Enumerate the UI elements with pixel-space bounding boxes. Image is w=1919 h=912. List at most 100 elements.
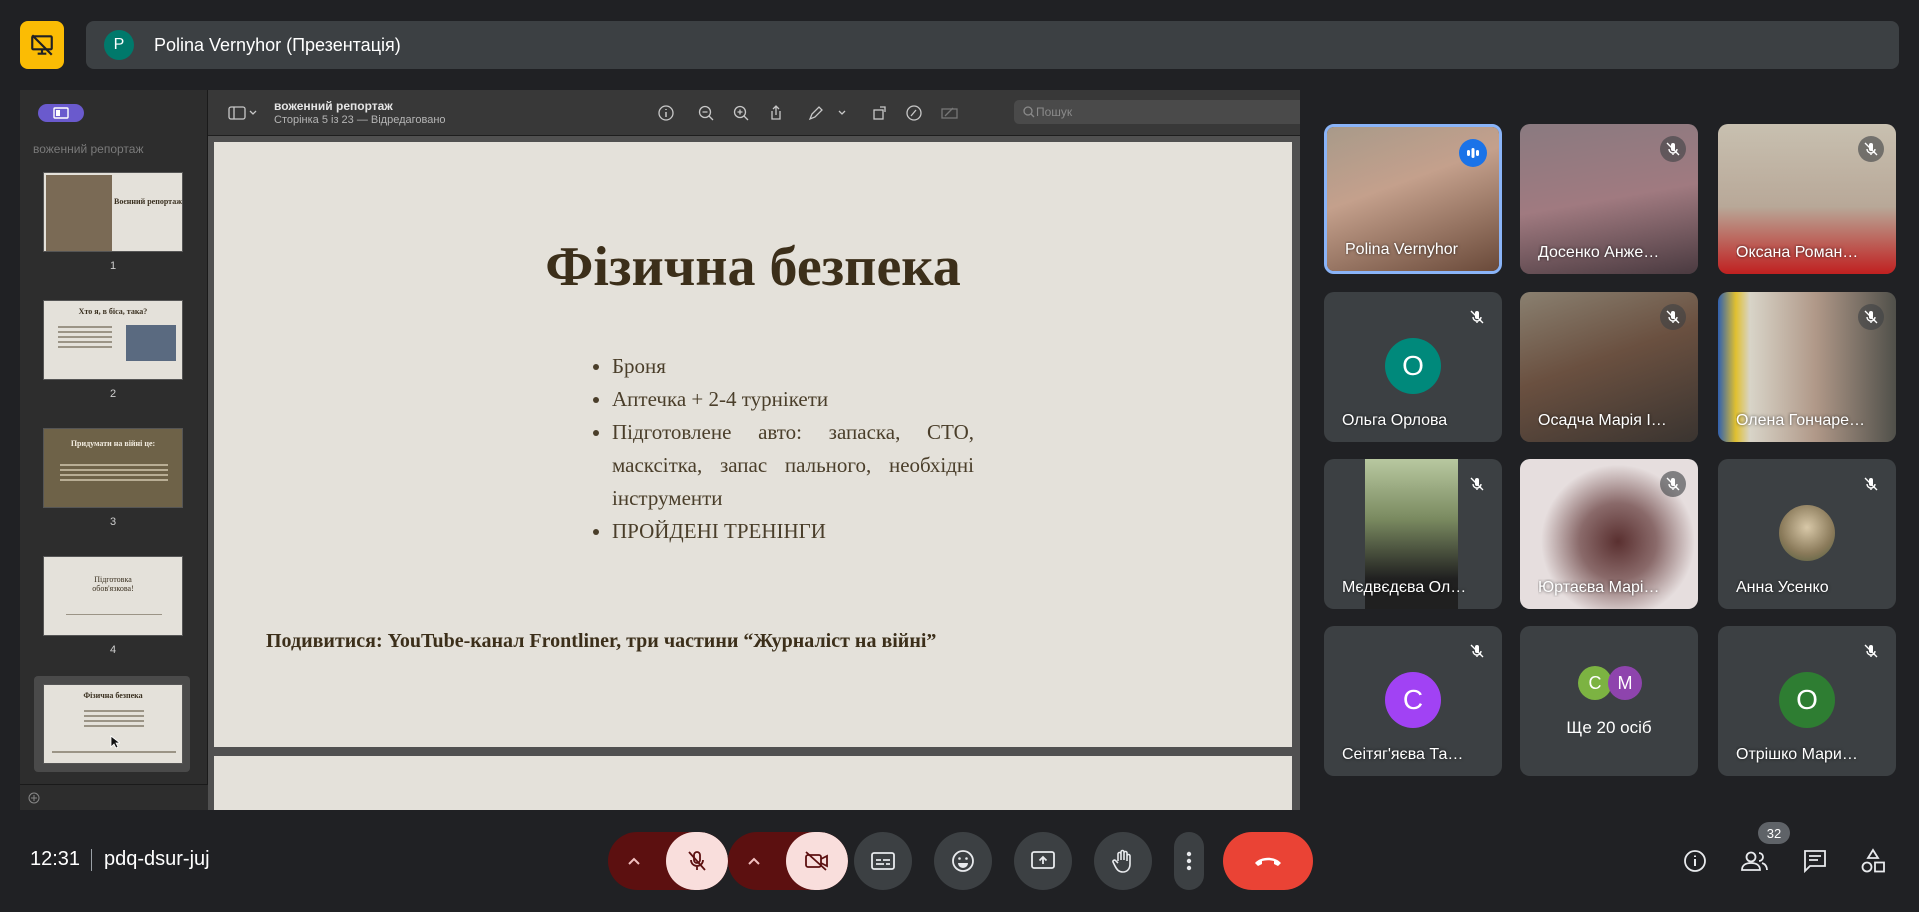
- sidebar-toggle-button[interactable]: [38, 104, 84, 122]
- shapes-icon: [1861, 848, 1885, 873]
- call-end-icon: [1255, 857, 1281, 866]
- participant-tile[interactable]: С Сеітяг'яєва Та…: [1324, 626, 1502, 776]
- camera-toggle-button[interactable]: [786, 832, 848, 890]
- meeting-clock: 12:31: [30, 848, 81, 870]
- thumbnail-number: 2: [109, 388, 117, 400]
- participant-tile[interactable]: О Отрішко Мари…: [1718, 626, 1896, 776]
- mic-toggle-button[interactable]: [666, 832, 728, 890]
- captions-button[interactable]: [854, 832, 912, 890]
- thumbnail-title: Фізична безпека: [83, 691, 143, 700]
- activities-button[interactable]: [1858, 846, 1888, 876]
- info-icon[interactable]: [656, 103, 676, 123]
- annotate-icon[interactable]: [904, 103, 924, 123]
- sidebar-view-icon[interactable]: [226, 103, 260, 123]
- thumbnail-number: 4: [109, 644, 117, 656]
- slide-bullets: Броня Аптечка + 2-4 турнікети Підготовле…: [594, 350, 974, 548]
- mic-off-icon: [1464, 471, 1490, 497]
- mic-off-icon: [1660, 136, 1686, 162]
- presentation-window: воженний репортаж Воєнний репортаж 1 Хто…: [20, 90, 1300, 810]
- more-vert-icon: [1186, 851, 1192, 871]
- mic-off-icon: [1660, 471, 1686, 497]
- presenter-title: Polina Vernyhor (Презентація): [154, 34, 401, 55]
- current-slide: Фізична безпека Броня Аптечка + 2-4 турн…: [214, 142, 1292, 747]
- thumbnail-1[interactable]: Воєнний репортаж: [43, 172, 183, 252]
- chat-button[interactable]: [1800, 846, 1830, 876]
- slide-bullet: Аптечка + 2-4 турнікети: [612, 383, 974, 416]
- mouse-cursor-icon: [110, 735, 120, 749]
- markup-pen-icon[interactable]: [806, 103, 826, 123]
- mic-off-icon: [1660, 304, 1686, 330]
- search-input[interactable]: [1036, 105, 1296, 119]
- sidebar-doc-title: воженний репортаж: [33, 142, 144, 156]
- participant-tile[interactable]: О Ольга Орлова: [1324, 292, 1502, 442]
- audio-options-button[interactable]: [608, 832, 660, 890]
- closed-captions-icon: [871, 852, 895, 870]
- participant-tile[interactable]: Polina Vernyhor: [1324, 124, 1502, 274]
- participant-tile[interactable]: Анна Усенко: [1718, 459, 1896, 609]
- leave-call-button[interactable]: [1223, 832, 1313, 890]
- mic-off-icon: [1464, 638, 1490, 664]
- zoom-in-icon[interactable]: [731, 103, 751, 123]
- participant-name: Юртаєва Марі…: [1538, 579, 1660, 596]
- thumbnail-number: 1: [109, 260, 117, 272]
- presentation-off-icon[interactable]: [20, 21, 64, 69]
- camera-control-group: [728, 832, 848, 890]
- group-avatar: С: [1578, 666, 1612, 700]
- meeting-details-button[interactable]: [1680, 846, 1710, 876]
- thumbnail-sidebar: воженний репортаж Воєнний репортаж 1 Хто…: [20, 90, 208, 810]
- info-icon: [1684, 850, 1706, 872]
- thumbnail-4[interactable]: Підготовка обов'язкова!: [43, 556, 183, 636]
- thumbnail-3[interactable]: Придумати на війні це:: [43, 428, 183, 508]
- group-avatar: М: [1608, 666, 1642, 700]
- mic-control-group: [608, 832, 728, 890]
- participant-tile[interactable]: Досенко Анже…: [1520, 124, 1698, 274]
- slide-bullet: ПРОЙДЕНІ ТРЕНІНГИ: [612, 515, 974, 548]
- doc-title: воженний репортаж: [274, 99, 393, 113]
- participant-name: Осадча Марія І…: [1538, 412, 1667, 429]
- mic-off-icon: [1858, 136, 1884, 162]
- search-box[interactable]: [1014, 100, 1300, 124]
- rotate-icon[interactable]: [870, 103, 890, 123]
- thumbnail-2[interactable]: Хто я, в біса, така?: [43, 300, 183, 380]
- form-fill-icon[interactable]: [940, 103, 960, 123]
- participant-avatar: [1779, 505, 1835, 561]
- slide-title: Фізична безпека: [545, 236, 961, 298]
- mic-off-icon: [1858, 638, 1884, 664]
- next-slide: [214, 756, 1292, 810]
- video-options-button[interactable]: [728, 832, 780, 890]
- slide-footer-text: Подивитися: YouTube-канал Frontliner, тр…: [266, 630, 937, 652]
- present-to-all-icon: [1031, 851, 1055, 869]
- mic-off-icon: [1858, 304, 1884, 330]
- thumbnail-5[interactable]: Фізична безпека: [43, 684, 183, 764]
- participant-tile[interactable]: Юртаєва Марі…: [1520, 459, 1698, 609]
- slide-viewport[interactable]: Фізична безпека Броня Аптечка + 2-4 турн…: [208, 136, 1300, 810]
- thumbnail-title: Хто я, в біса, така?: [78, 307, 148, 316]
- chevron-down-icon[interactable]: [832, 103, 852, 123]
- participant-tile[interactable]: Мєдвєдєва Ол…: [1324, 459, 1502, 609]
- people-button[interactable]: [1740, 846, 1770, 876]
- participant-tile[interactable]: Олена Гончаре…: [1718, 292, 1896, 442]
- reactions-button[interactable]: [934, 832, 992, 890]
- participant-avatar: С: [1385, 672, 1441, 728]
- mic-off-icon: [1464, 304, 1490, 330]
- emoji-icon: [952, 850, 974, 872]
- more-participants-tile[interactable]: С М Ще 20 осіб: [1520, 626, 1698, 776]
- sidebar-footer: [20, 784, 208, 810]
- participant-name: Polina Vernyhor: [1345, 241, 1458, 258]
- viewer-toolbar: воженний репортаж Сторінка 5 із 23 — Від…: [208, 90, 1300, 136]
- more-options-button[interactable]: [1174, 832, 1204, 890]
- slide-bullet: Броня: [612, 350, 974, 383]
- mic-off-icon: [1858, 471, 1884, 497]
- share-icon[interactable]: [766, 103, 786, 123]
- speaking-indicator-icon: [1459, 139, 1487, 167]
- raise-hand-button[interactable]: [1094, 832, 1152, 890]
- thumbnail-number: 3: [109, 516, 117, 528]
- present-screen-button[interactable]: [1014, 832, 1072, 890]
- participant-tile[interactable]: Осадча Марія І…: [1520, 292, 1698, 442]
- thumbnail-title: Підготовка обов'язкова!: [92, 575, 134, 593]
- zoom-out-icon[interactable]: [696, 103, 716, 123]
- slide-bullet: Підготовлене авто: запаска, СТО, масксіт…: [612, 416, 974, 515]
- add-page-icon[interactable]: [28, 792, 40, 804]
- participant-tile[interactable]: Оксана Роман…: [1718, 124, 1896, 274]
- doc-subtitle: Сторінка 5 із 23 — Відредаговано: [274, 114, 446, 126]
